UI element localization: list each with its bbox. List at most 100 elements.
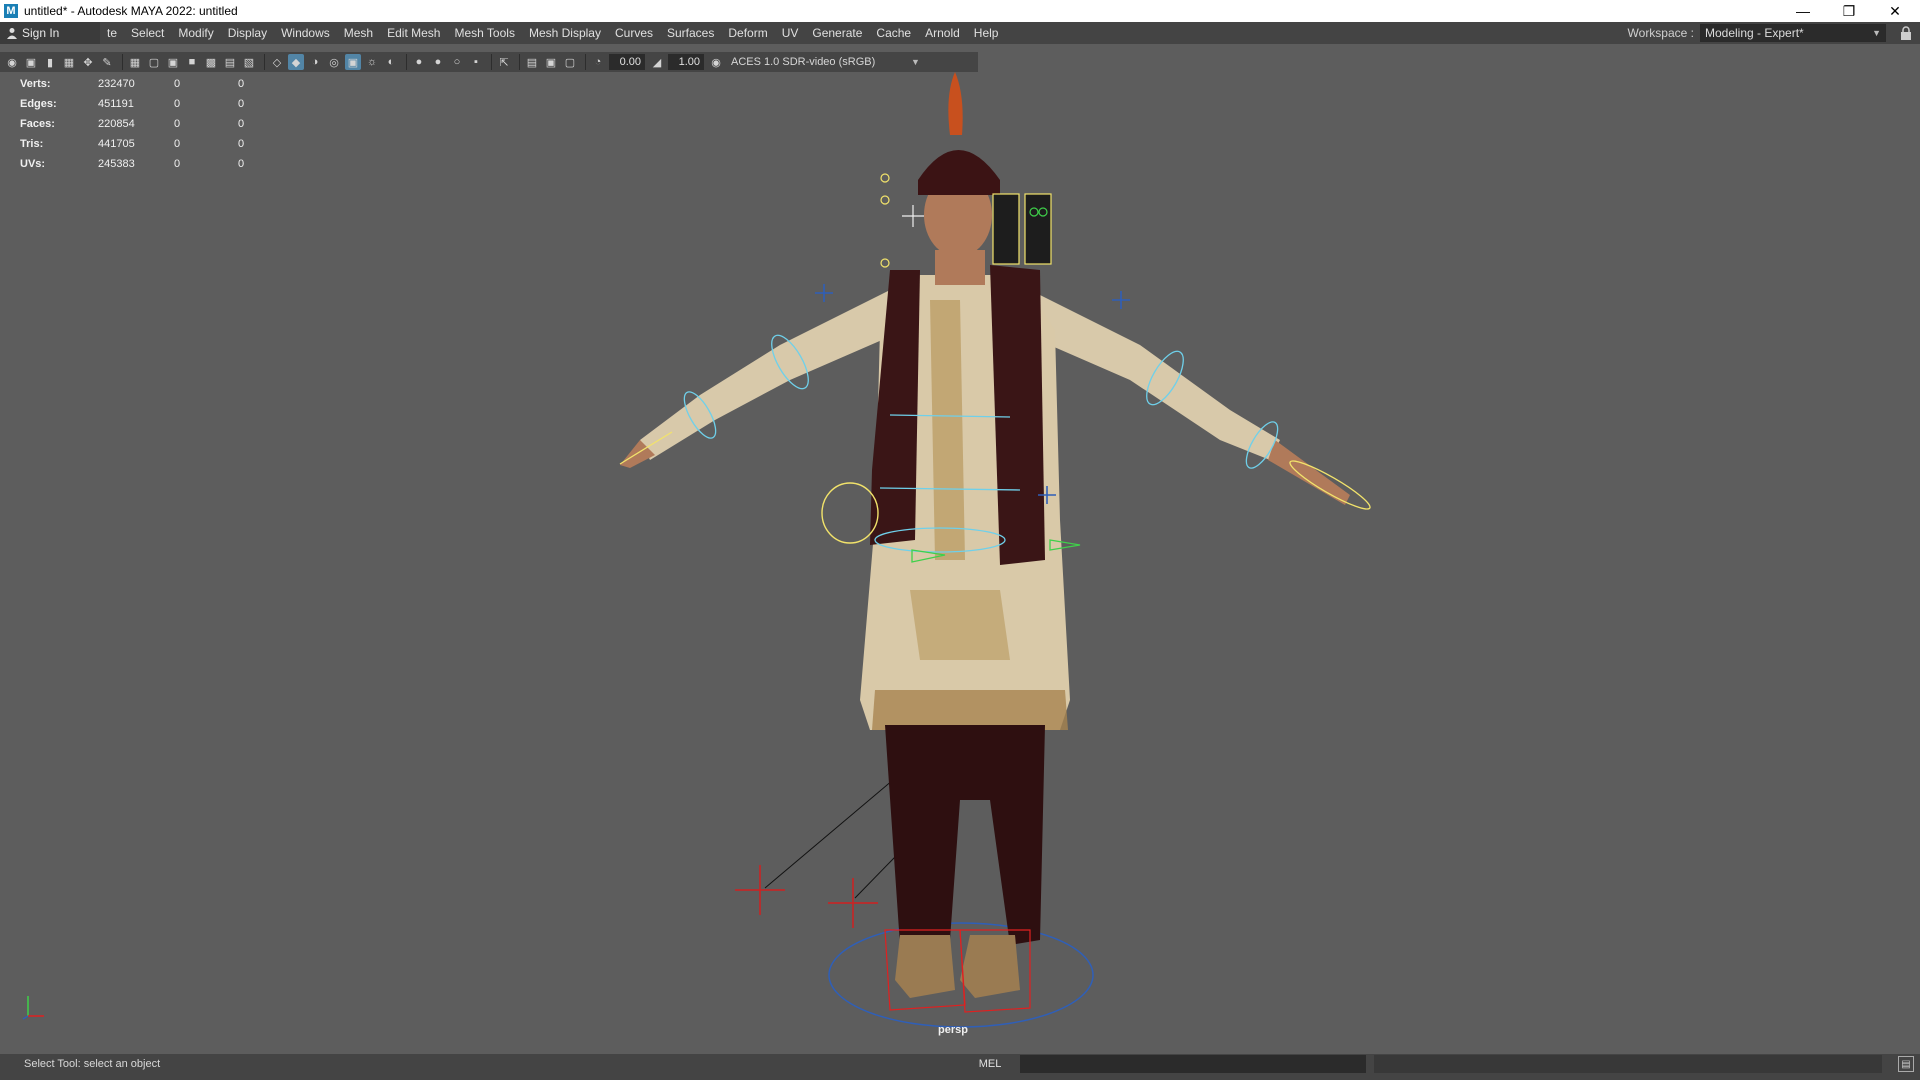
menu-mesh[interactable]: Mesh [337,26,380,40]
shadows-icon[interactable]: ◐ [383,54,399,70]
xray-components-icon[interactable]: ▢ [562,54,578,70]
right-shoe [960,935,1020,998]
right-hand [1268,440,1350,505]
workspace-selector: Workspace : Modeling - Expert* ▼ [1628,22,1886,44]
maya-app-icon: M [4,4,18,18]
menu-curves[interactable]: Curves [608,26,660,40]
image-plane-icon[interactable]: ▦ [61,54,77,70]
film-gate-icon[interactable]: ▢ [146,54,162,70]
gamma-field[interactable]: 1.00 [668,54,704,70]
pants [885,725,1045,945]
gamma-icon[interactable]: ◢ [649,54,665,70]
hud-value: 0 [238,138,245,150]
left-clavicle-locator [815,284,833,302]
menu-mesh-display[interactable]: Mesh Display [522,26,608,40]
hud-value: 0 [238,98,245,110]
safe-title-icon[interactable]: ▧ [241,54,257,70]
view-transform-select[interactable]: ACES 1.0 SDR-video (sRGB) [731,56,911,68]
menu-file-truncated[interactable]: te [100,26,124,40]
default-material-icon[interactable]: ◑ [307,54,323,70]
view-axis-gizmo [22,996,44,1020]
menu-select[interactable]: Select [124,26,171,40]
textured-icon[interactable]: ▣ [345,54,361,70]
eye-aim-control [880,173,890,183]
menu-display[interactable]: Display [221,26,274,40]
motion-blur-icon[interactable]: ● [430,54,446,70]
close-icon[interactable]: ✕ [1872,0,1918,22]
persp-viewport[interactable] [0,72,1920,1042]
hud-value: 0 [174,138,181,150]
eye-aim-control [880,195,890,205]
script-editor-icon[interactable]: ▤ [1898,1056,1914,1072]
hud-value: 0 [174,158,181,170]
grease-pencil-icon[interactable]: ✎ [99,54,115,70]
chevron-down-icon[interactable]: ▼ [911,57,920,67]
hud-value: 0 [238,78,245,90]
camera-icon[interactable]: ◉ [4,54,20,70]
menu-surfaces[interactable]: Surfaces [660,26,721,40]
chevron-down-icon: ▼ [1872,28,1881,38]
hud-label: Tris: [20,138,44,150]
menu-help[interactable]: Help [967,26,1006,40]
pole-vector-line [764,779,894,889]
user-icon [7,28,17,39]
field-chart-icon[interactable]: ▩ [203,54,219,70]
menu-deform[interactable]: Deform [721,26,774,40]
color-management-icon[interactable]: ◉ [708,54,724,70]
menu-modify[interactable]: Modify [171,26,220,40]
robe-hem-embroidery [872,690,1068,730]
hud-row-verts: Verts: 232470 0 0 [20,74,268,94]
2d-pan-zoom-icon[interactable]: ✥ [80,54,96,70]
lights-icon[interactable]: ☼ [364,54,380,70]
command-result-field [1374,1055,1882,1073]
menu-edit-mesh[interactable]: Edit Mesh [380,26,447,40]
command-input[interactable] [1020,1055,1366,1073]
gate-mask-icon[interactable]: ■ [184,54,200,70]
hud-value: 0 [238,158,245,170]
hud-label: Verts: [20,78,51,90]
workspace-dropdown[interactable]: Modeling - Expert* ▼ [1700,24,1886,42]
wireframe-on-shaded-icon[interactable]: ◎ [326,54,342,70]
title-bar: M untitled* - Autodesk MAYA 2022: untitl… [0,0,1920,22]
hud-row-edges: Edges: 451191 0 0 [20,94,268,114]
turban-feather [948,72,963,135]
menu-generate[interactable]: Generate [805,26,869,40]
character-scene [619,72,1371,1028]
hud-value: 220854 [98,118,135,130]
menu-mesh-tools[interactable]: Mesh Tools [447,26,521,40]
restore-icon[interactable]: ❐ [1826,0,1872,22]
sign-in-button[interactable]: Sign In [0,22,100,44]
right-clavicle-locator [1112,291,1130,309]
smooth-shade-icon[interactable]: ◆ [288,54,304,70]
wireframe-icon[interactable]: ◇ [269,54,285,70]
screen-space-ao-icon[interactable]: ● [411,54,427,70]
toolbar-divider [491,54,492,70]
lock-icon[interactable] [1900,26,1912,40]
camera-attributes-icon[interactable]: ▣ [23,54,39,70]
knee-pole-locator [735,865,785,915]
bookmark-icon[interactable]: ▮ [42,54,58,70]
toolbar-divider [519,54,520,70]
menu-arnold[interactable]: Arnold [918,26,967,40]
xray-joints-icon[interactable]: ▣ [543,54,559,70]
isolate-select-icon[interactable]: ⇱ [496,54,512,70]
hud-label: UVs: [20,158,46,170]
script-language-toggle[interactable]: MEL [960,1058,1020,1070]
hud-value: 0 [174,98,181,110]
menu-windows[interactable]: Windows [274,26,337,40]
xray-icon[interactable]: ▤ [524,54,540,70]
face-control-panel [992,193,1020,265]
menu-cache[interactable]: Cache [869,26,918,40]
exposure-field[interactable]: 0.00 [609,54,645,70]
minimize-icon[interactable]: — [1780,0,1826,22]
workspace-value: Modeling - Expert* [1705,26,1804,40]
anti-aliasing-icon[interactable]: ○ [449,54,465,70]
grid-icon[interactable]: ▦ [127,54,143,70]
robe-lower-embroidery [910,590,1010,660]
depth-of-field-icon[interactable]: ▪ [468,54,484,70]
hud-value: 451191 [98,98,134,110]
menu-uv[interactable]: UV [775,26,806,40]
resolution-gate-icon[interactable]: ▣ [165,54,181,70]
safe-action-icon[interactable]: ▤ [222,54,238,70]
exposure-icon[interactable]: ◔ [590,54,606,70]
